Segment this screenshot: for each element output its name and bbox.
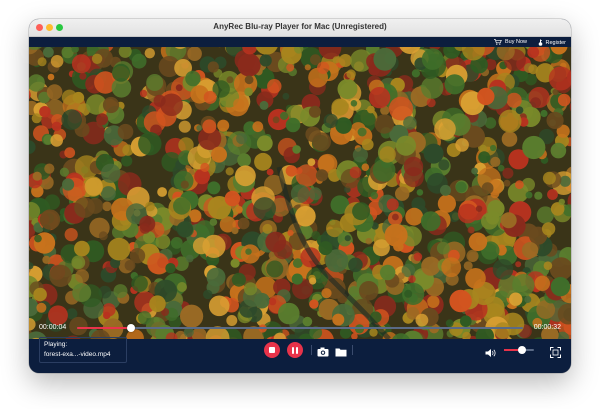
stop-icon [269, 347, 275, 353]
folder-icon [335, 348, 347, 357]
total-time: 00:00:32 [533, 324, 561, 331]
camera-icon [317, 347, 329, 357]
stop-button[interactable] [264, 342, 280, 358]
key-icon [538, 39, 542, 46]
now-playing-box: Playing: forest-exa...-video.mp4 [39, 337, 127, 363]
open-folder-button[interactable] [335, 344, 347, 362]
current-time: 00:00:04 [39, 324, 67, 331]
seek-bar[interactable] [77, 324, 523, 332]
volume-icon [485, 349, 496, 357]
volume-button[interactable] [485, 345, 497, 363]
video-frame-forest [29, 47, 571, 339]
video-display[interactable] [29, 47, 571, 339]
pause-icon [292, 346, 298, 354]
seek-bar-handle[interactable] [126, 324, 135, 332]
register-label: Register [545, 39, 566, 46]
window-title: AnyRec Blu-ray Player for Mac (Unregiste… [213, 22, 387, 31]
snapshot-button[interactable] [317, 344, 329, 362]
now-playing-label: Playing: [44, 341, 68, 348]
pause-button[interactable] [287, 342, 303, 358]
player-window: AnyRec Blu-ray Player for Mac (Unregiste… [29, 19, 571, 373]
fullscreen-button[interactable] [550, 345, 561, 363]
divider [352, 345, 353, 355]
buy-now-button[interactable]: Buy Now [493, 39, 527, 45]
top-toolbar: Buy Now Register [29, 37, 571, 47]
fullscreen-icon [550, 347, 561, 358]
buy-now-label: Buy Now [504, 39, 527, 45]
divider [311, 345, 312, 355]
volume-slider[interactable] [504, 346, 534, 354]
title-bar: AnyRec Blu-ray Player for Mac (Unregiste… [29, 19, 571, 37]
cart-icon [493, 39, 502, 45]
register-button[interactable]: Register [538, 39, 566, 46]
seek-bar-fill [77, 327, 131, 329]
now-playing-file: forest-exa...-video.mp4 [44, 351, 111, 358]
volume-slider-handle[interactable] [518, 346, 526, 354]
